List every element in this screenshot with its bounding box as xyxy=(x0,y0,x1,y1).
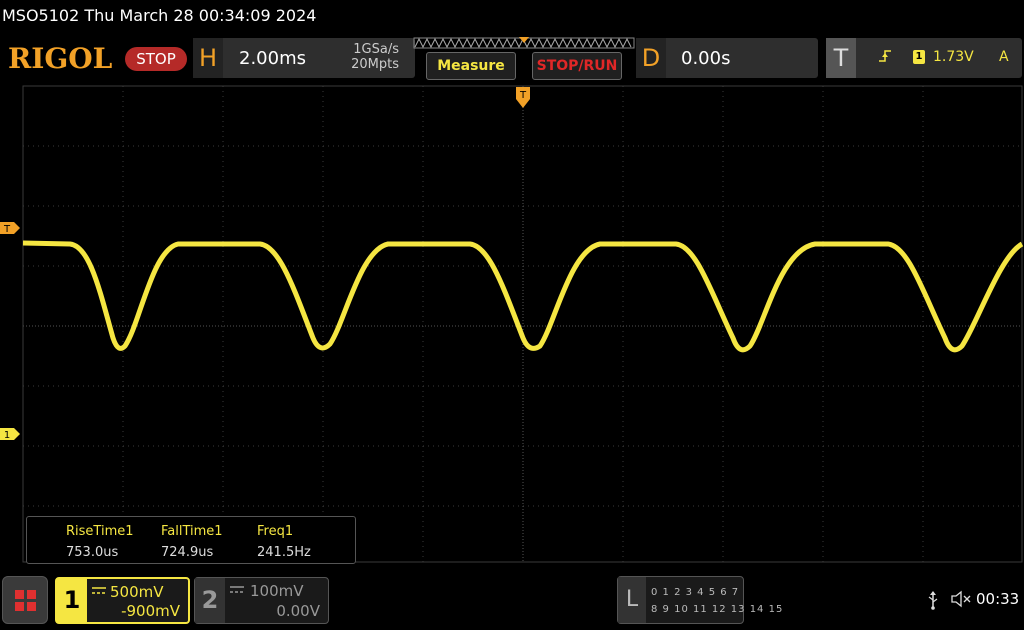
channel1-number: 1 xyxy=(57,579,87,622)
usb-icon xyxy=(928,591,938,610)
trigger-level-marker: T xyxy=(0,222,20,235)
dc-coupling-icon xyxy=(92,587,106,594)
trigger-mode: A xyxy=(999,49,1009,65)
channel2-number: 2 xyxy=(195,578,225,623)
measurement-label-freq: Freq1 xyxy=(257,524,294,539)
memory-depth: 20Mpts xyxy=(351,57,399,72)
horizontal-label: H xyxy=(193,38,223,78)
logic-channels-row1: 0 1 2 3 4 5 6 7 xyxy=(651,587,740,598)
memory-position-indicator xyxy=(413,37,635,49)
logic-analyzer-panel[interactable]: L 0 1 2 3 4 5 6 7 8 9 10 11 12 13 14 15 xyxy=(617,576,782,624)
horizontal-timebase-panel[interactable]: H 2.00ms 1GSa/s 20Mpts xyxy=(193,38,415,78)
delay-panel[interactable]: D 0.00s xyxy=(636,38,818,78)
waveform-display[interactable]: T T 1 xyxy=(0,84,1024,568)
trigger-source-badge: 1 xyxy=(913,50,925,64)
channel1-offset-marker: 1 xyxy=(0,428,20,441)
rising-edge-icon xyxy=(879,50,891,62)
title-bar: MSO5102 Thu March 28 00:34:09 2024 xyxy=(0,0,1024,34)
top-status-bar: RIGOL STOP H 2.00ms 1GSa/s 20Mpts Measur… xyxy=(0,34,1024,84)
timebase-value: 2.00ms xyxy=(239,48,306,69)
brand-logo: RIGOL xyxy=(8,42,113,75)
channel1-panel[interactable]: 1 500mV -900mV xyxy=(55,577,190,624)
channel1-scale: 500mV xyxy=(110,583,164,601)
channel2-panel[interactable]: 2 100mV 0.00V xyxy=(194,577,329,624)
channel2-scale: 100mV xyxy=(250,582,304,600)
main-menu-button[interactable] xyxy=(2,576,48,624)
measurement-panel[interactable]: RiseTime1 753.0us FallTime1 724.9us Freq… xyxy=(26,516,356,564)
svg-text:1: 1 xyxy=(4,430,10,441)
measurement-value-freq: 241.5Hz xyxy=(257,545,311,560)
speaker-muted-icon[interactable] xyxy=(950,590,974,608)
dc-coupling-icon xyxy=(230,586,244,593)
channel2-offset: 0.00V xyxy=(276,602,320,620)
measurement-label-rise: RiseTime1 xyxy=(66,524,134,539)
device-datetime: MSO5102 Thu March 28 00:34:09 2024 xyxy=(2,6,317,25)
acquisition-info: 1GSa/s 20Mpts xyxy=(351,42,399,72)
trigger-level: 1.73V xyxy=(933,49,974,65)
grid-menu-icon xyxy=(15,590,36,611)
trigger-panel[interactable]: T 1 1.73V A xyxy=(826,38,1022,78)
measurement-value-fall: 724.9us xyxy=(161,545,214,560)
system-clock: 00:33 xyxy=(976,590,1020,608)
sample-rate: 1GSa/s xyxy=(353,42,399,57)
logic-label: L xyxy=(618,577,646,623)
delay-label: D xyxy=(636,38,666,78)
logic-channels-row2: 8 9 10 11 12 13 14 15 xyxy=(651,604,784,615)
delay-value: 0.00s xyxy=(681,48,731,69)
svg-text:T: T xyxy=(519,90,527,101)
measurement-label-fall: FallTime1 xyxy=(161,524,223,539)
trigger-position-marker: T xyxy=(516,87,530,108)
stop-run-button[interactable]: STOP/RUN xyxy=(532,52,622,80)
svg-text:T: T xyxy=(3,224,11,235)
trigger-label: T xyxy=(826,38,856,78)
bottom-status-bar: 1 500mV -900mV 2 100mV 0.00V L 0 1 2 3 4… xyxy=(0,570,1024,630)
run-state-badge[interactable]: STOP xyxy=(125,47,187,71)
measure-button[interactable]: Measure xyxy=(426,52,516,80)
measurement-value-rise: 753.0us xyxy=(66,545,119,560)
channel1-offset: -900mV xyxy=(121,602,180,620)
